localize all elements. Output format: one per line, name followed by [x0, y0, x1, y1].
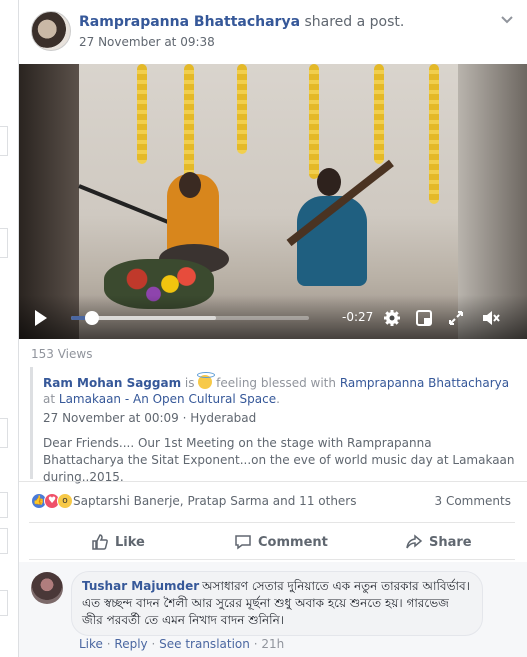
- settings-icon[interactable]: [383, 309, 401, 327]
- shared-post-meta: 27 November at 00:09 · Hyderabad: [43, 411, 516, 425]
- video-progress-bar[interactable]: [71, 311, 309, 325]
- shared-at-text: at: [43, 392, 56, 406]
- shared-post-header: Ram Mohan Saggam is feeling blessed with…: [43, 372, 516, 407]
- shared-place-suffix: .: [276, 392, 280, 406]
- comment-label: Comment: [258, 534, 328, 550]
- gutter-box: [0, 228, 8, 258]
- comment-meta: Like · Reply · See translation · 21h: [79, 637, 284, 651]
- chevron-down-icon[interactable]: [501, 12, 513, 28]
- fullscreen-icon[interactable]: [447, 309, 465, 327]
- meta-dot: ·: [253, 637, 258, 651]
- blessed-emoji-icon: [197, 372, 216, 389]
- share-label: Share: [429, 534, 472, 550]
- shared-author[interactable]: Ram Mohan Saggam: [43, 376, 181, 390]
- comment-section: Tushar Majumder অসাধারণ সেতার দুনিয়াতে এ…: [19, 562, 527, 657]
- sitar-player-head: [317, 168, 341, 196]
- commenter-avatar[interactable]: [31, 572, 63, 604]
- gutter-box: [0, 590, 8, 616]
- reaction-names[interactable]: Saptarshi Banerje, Pratap Sarma and 11 o…: [73, 494, 357, 508]
- volume-muted-icon[interactable]: [481, 309, 500, 327]
- share-icon: [406, 534, 423, 549]
- video-progress-thumb[interactable]: [85, 311, 100, 325]
- video-player[interactable]: -0:27: [19, 64, 527, 339]
- wow-reaction-icon: o: [57, 493, 73, 509]
- post-action-text: shared a post.: [304, 14, 405, 30]
- shared-tagged-user[interactable]: Ramprapanna Bhattacharya: [340, 376, 509, 390]
- post-card: Ramprapanna Bhattacharya shared a post. …: [18, 0, 527, 657]
- author-avatar[interactable]: [31, 11, 71, 51]
- garland: [429, 64, 439, 204]
- view-count: 153 Views: [31, 347, 93, 361]
- play-icon[interactable]: [35, 310, 47, 326]
- shared-place[interactable]: Lamakaan - An Open Cultural Space: [59, 392, 276, 406]
- garland: [137, 64, 147, 164]
- meta-dot: ·: [151, 637, 156, 651]
- video-controls: -0:27: [19, 295, 527, 339]
- thumbs-up-icon: [92, 534, 108, 550]
- like-label: Like: [115, 534, 145, 550]
- shared-is-text: is: [184, 376, 195, 390]
- comments-count[interactable]: 3 Comments: [435, 494, 512, 508]
- post-author-line: Ramprapanna Bhattacharya shared a post.: [79, 14, 404, 30]
- comment-reply-link[interactable]: Reply: [114, 637, 147, 651]
- shared-post: Ram Mohan Saggam is feeling blessed with…: [30, 367, 516, 484]
- tabla-player-head: [179, 172, 201, 198]
- gutter-box: [0, 126, 8, 156]
- picture-in-picture-icon[interactable]: [415, 309, 433, 327]
- post-actions: Like Comment Share: [29, 522, 515, 560]
- garland: [374, 64, 384, 164]
- garland: [237, 64, 247, 154]
- shared-post-body: Dear Friends.... Our 1st Meeting on the …: [43, 436, 515, 484]
- time-remaining: -0:27: [342, 310, 374, 324]
- commenter-name[interactable]: Tushar Majumder: [82, 579, 199, 593]
- shared-timestamp[interactable]: 27 November at 00:09: [43, 411, 179, 425]
- shared-feeling: feeling blessed with: [216, 376, 336, 390]
- shared-location[interactable]: Hyderabad: [190, 411, 256, 425]
- reactions-summary: 👍 ♥ o Saptarshi Banerje, Pratap Sarma an…: [19, 481, 527, 519]
- meta-separator: ·: [182, 411, 187, 425]
- garland: [309, 64, 319, 179]
- gutter-box: [0, 528, 8, 554]
- comment-age[interactable]: 21h: [261, 637, 284, 651]
- gutter-box: [0, 492, 8, 518]
- post-header: Ramprapanna Bhattacharya shared a post. …: [19, 0, 527, 64]
- meta-dot: ·: [106, 637, 111, 651]
- post-timestamp[interactable]: 27 November at 09:38: [79, 35, 215, 49]
- gutter-box: [0, 418, 8, 448]
- comment-like-link[interactable]: Like: [79, 637, 103, 651]
- comment-bubble: Tushar Majumder অসাধারণ সেতার দুনিয়াতে এ…: [71, 571, 483, 636]
- share-button[interactable]: Share: [405, 523, 472, 561]
- comment-button[interactable]: Comment: [234, 523, 328, 561]
- author-name[interactable]: Ramprapanna Bhattacharya: [79, 14, 300, 30]
- see-translation-link[interactable]: See translation: [159, 637, 250, 651]
- left-gutter: [0, 0, 18, 657]
- like-button[interactable]: Like: [91, 523, 145, 561]
- comment-icon: [235, 535, 251, 550]
